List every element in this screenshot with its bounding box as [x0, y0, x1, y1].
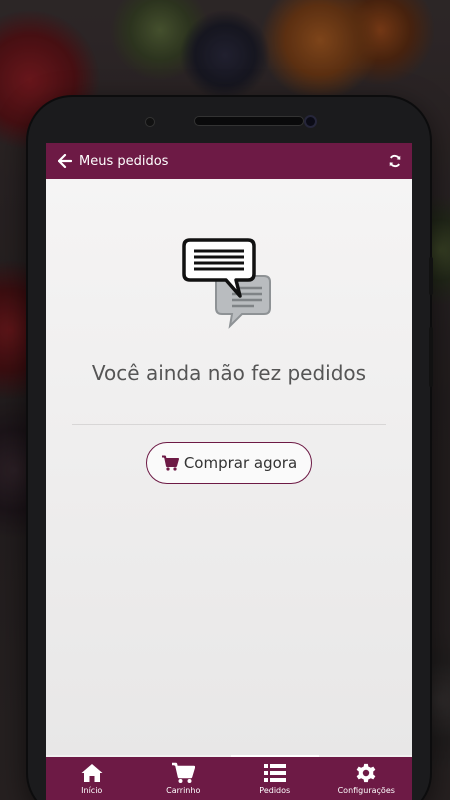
nav-item-cart[interactable]: Carrinho — [138, 757, 230, 800]
nav-item-home[interactable]: Início — [46, 757, 138, 800]
phone-frame: Meus pedidos Você ainda não fez pedidos … — [28, 97, 433, 800]
nav-label: Carrinho — [166, 786, 201, 795]
page-title: Meus pedidos — [79, 153, 169, 169]
nav-label: Início — [81, 786, 103, 795]
shopping-cart-icon — [172, 762, 196, 783]
shopping-cart-icon — [161, 455, 179, 471]
nav-label: Configurações — [337, 786, 395, 795]
home-icon — [81, 764, 103, 782]
chat-bubbles-icon — [182, 238, 271, 329]
buy-now-button[interactable]: Comprar agora — [146, 442, 312, 484]
list-icon — [263, 764, 286, 782]
nav-label: Pedidos — [259, 786, 291, 795]
volume-button — [429, 257, 433, 295]
empty-state-message: Você ainda não fez pedidos — [91, 361, 367, 385]
buy-now-label: Comprar agora — [183, 454, 298, 472]
app-screen: Meus pedidos Você ainda não fez pedidos … — [46, 143, 412, 800]
bottom-navigation: Início Carrinho Pedidos Configurações — [46, 755, 413, 800]
power-button — [429, 327, 433, 387]
earpiece-speaker — [194, 116, 304, 126]
gear-icon — [356, 763, 376, 783]
nav-item-settings[interactable]: Configurações — [321, 757, 413, 800]
arrow-left-icon[interactable] — [52, 143, 78, 179]
app-bar: Meus pedidos — [46, 143, 412, 179]
refresh-icon[interactable] — [384, 150, 406, 172]
front-camera — [304, 115, 317, 128]
divider — [72, 424, 386, 425]
nav-item-orders[interactable]: Pedidos — [229, 755, 321, 800]
orders-content: Você ainda não fez pedidos Comprar agora — [46, 179, 412, 755]
sensor-dot — [145, 117, 155, 127]
